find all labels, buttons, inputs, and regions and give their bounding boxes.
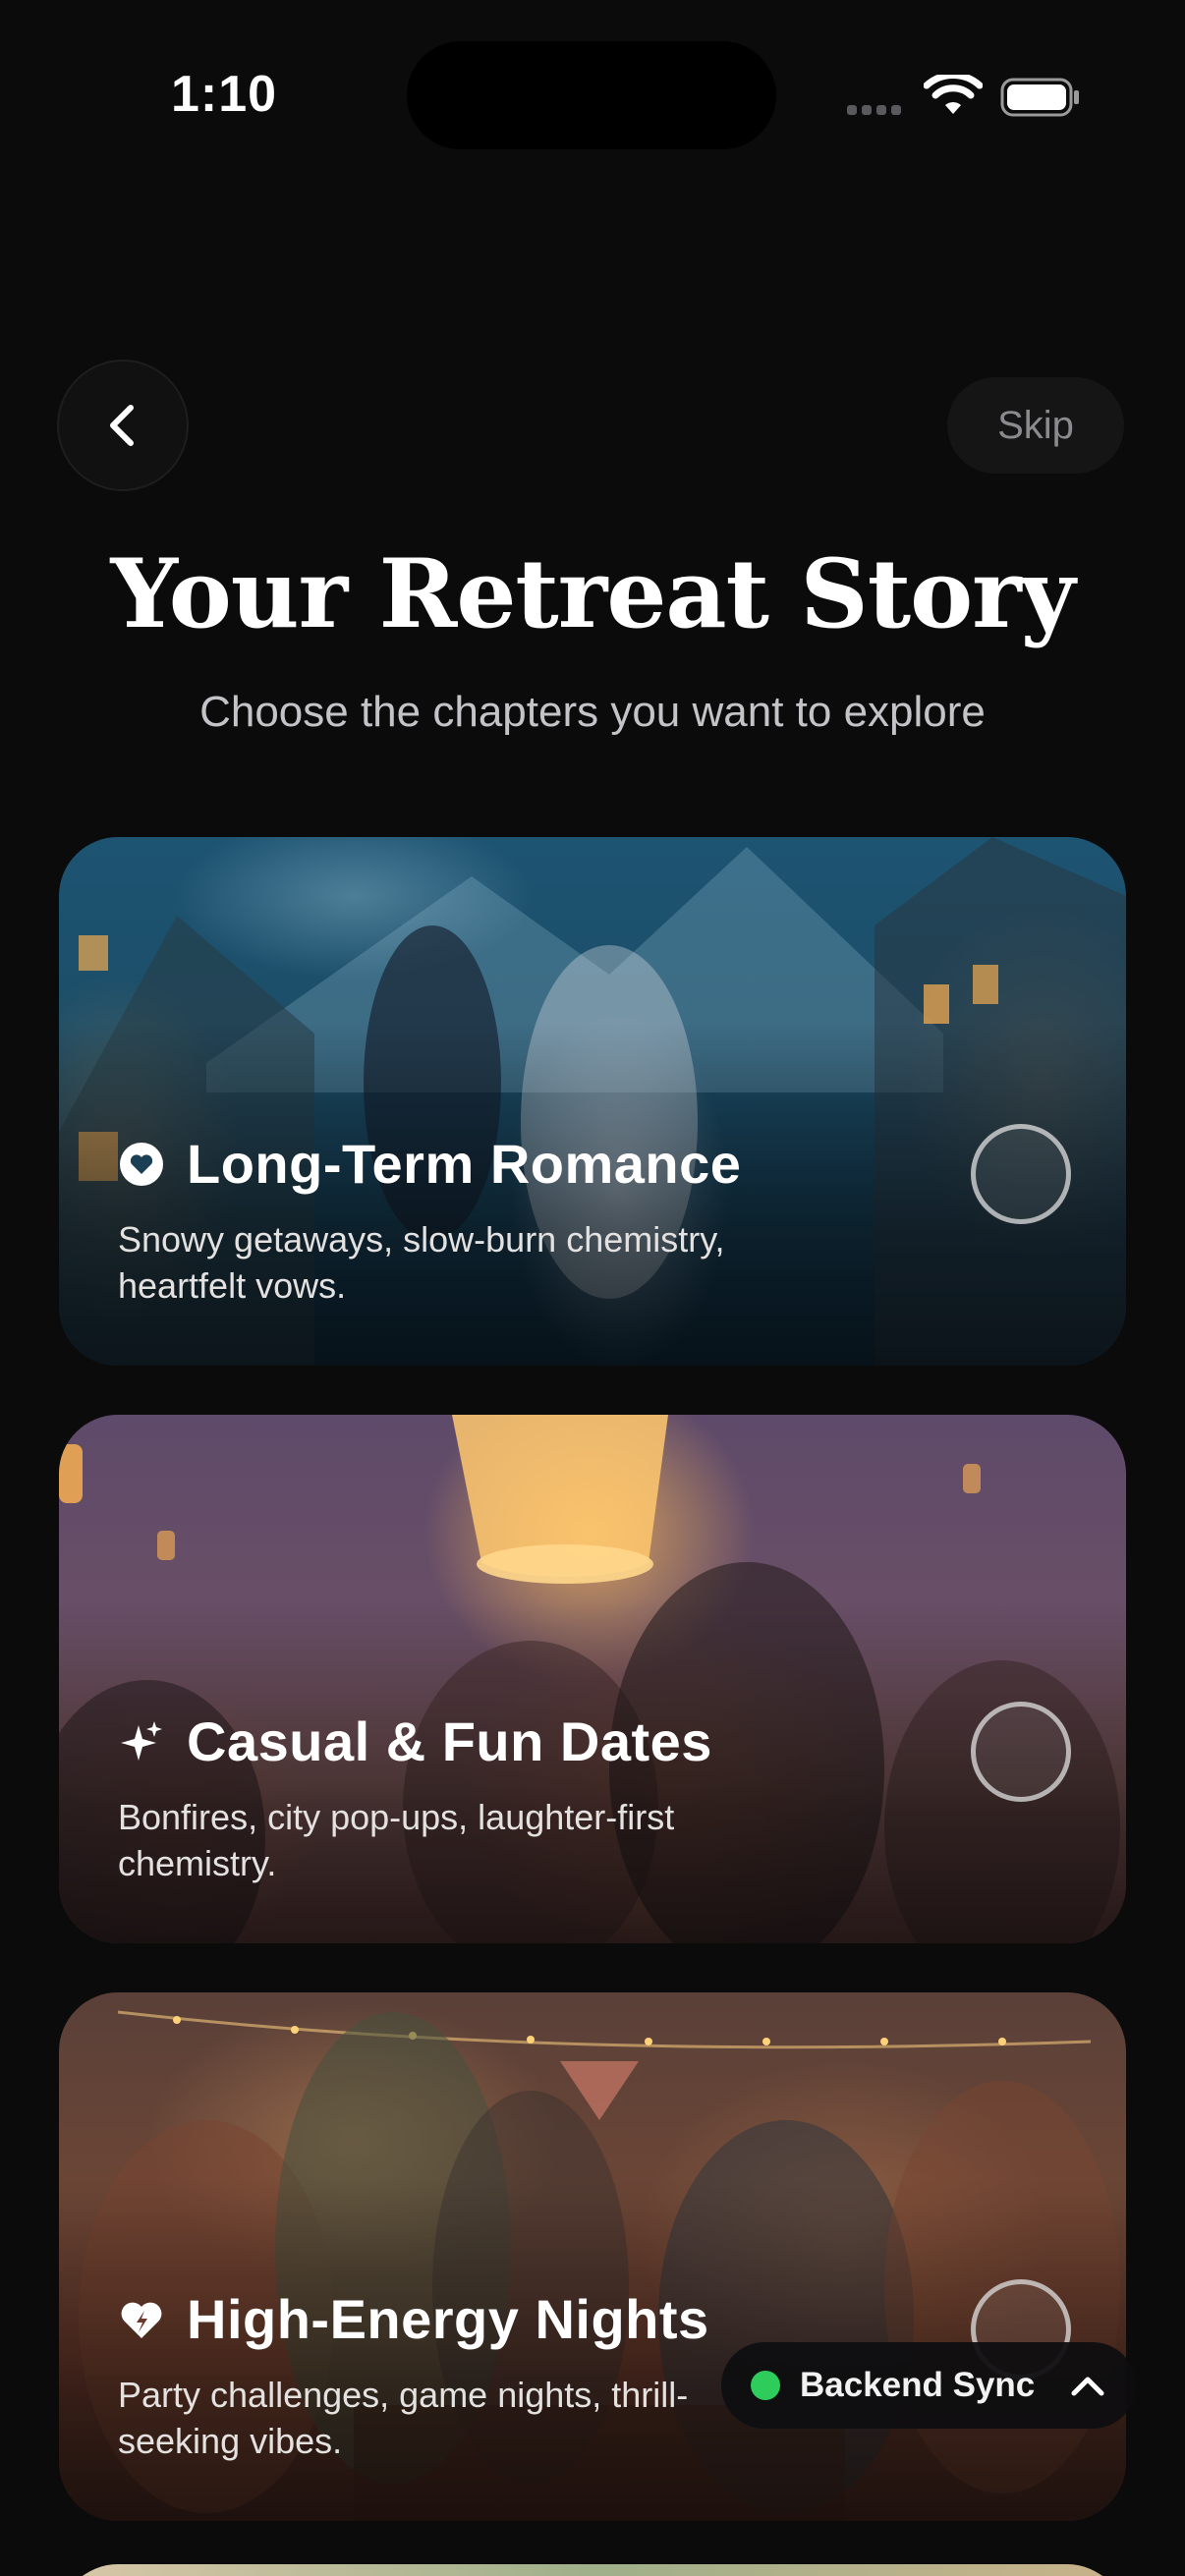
dynamic-island xyxy=(407,41,776,149)
card-description: Bonfires, city pop-ups, laughter-first c… xyxy=(118,1797,675,1883)
card-title: Long-Term Romance xyxy=(187,1133,742,1195)
card-select-radio[interactable] xyxy=(971,1124,1071,1224)
page-subtitle: Choose the chapters you want to explore xyxy=(199,688,986,736)
page-title: Your Retreat Story xyxy=(110,538,1076,649)
chapter-card-peek[interactable] xyxy=(59,2564,1126,2576)
sync-label: Backend Sync xyxy=(800,2366,1036,2404)
card-heading: High-Energy Nights xyxy=(118,2287,709,2351)
card-description: Snowy getaways, slow-burn chemistry, hea… xyxy=(118,1219,725,1306)
chapter-card-high-energy-nights[interactable]: High-Energy Nights Party challenges, gam… xyxy=(59,1992,1126,2521)
chapter-card-casual-fun-dates[interactable]: Casual & Fun Dates Bonfires, city pop-up… xyxy=(59,1415,1126,1943)
skip-button[interactable]: Skip xyxy=(947,377,1124,474)
card-description: Party challenges, game nights, thrill-se… xyxy=(118,2375,689,2461)
cellular-signal-icon xyxy=(847,102,906,115)
onboarding-screen: 1:10 Skip Your Retreat Story Choose the … xyxy=(0,0,1185,2576)
back-button[interactable] xyxy=(57,360,189,491)
status-bar: 1:10 xyxy=(0,0,1185,196)
chevron-left-icon xyxy=(110,405,134,446)
card-heading: Casual & Fun Dates xyxy=(118,1709,712,1773)
sync-status-dot xyxy=(751,2371,780,2400)
battery-icon xyxy=(1000,78,1079,117)
card-select-radio[interactable] xyxy=(971,1702,1071,1802)
chevron-up-icon xyxy=(1071,2377,1104,2396)
bolt-heart-icon xyxy=(118,2296,165,2343)
card-title: Casual & Fun Dates xyxy=(187,1710,712,1772)
card-heading: Long-Term Romance xyxy=(118,1132,741,1196)
sparkles-icon xyxy=(118,1718,165,1765)
card-title: High-Energy Nights xyxy=(187,2288,709,2350)
heart-badge-icon xyxy=(118,1141,165,1188)
status-time: 1:10 xyxy=(171,66,278,123)
chapter-card-long-term-romance[interactable]: Long-Term Romance Snowy getaways, slow-b… xyxy=(59,837,1126,1366)
backend-sync-toggle[interactable]: Backend Sync xyxy=(721,2342,1136,2429)
wifi-icon xyxy=(924,75,983,114)
